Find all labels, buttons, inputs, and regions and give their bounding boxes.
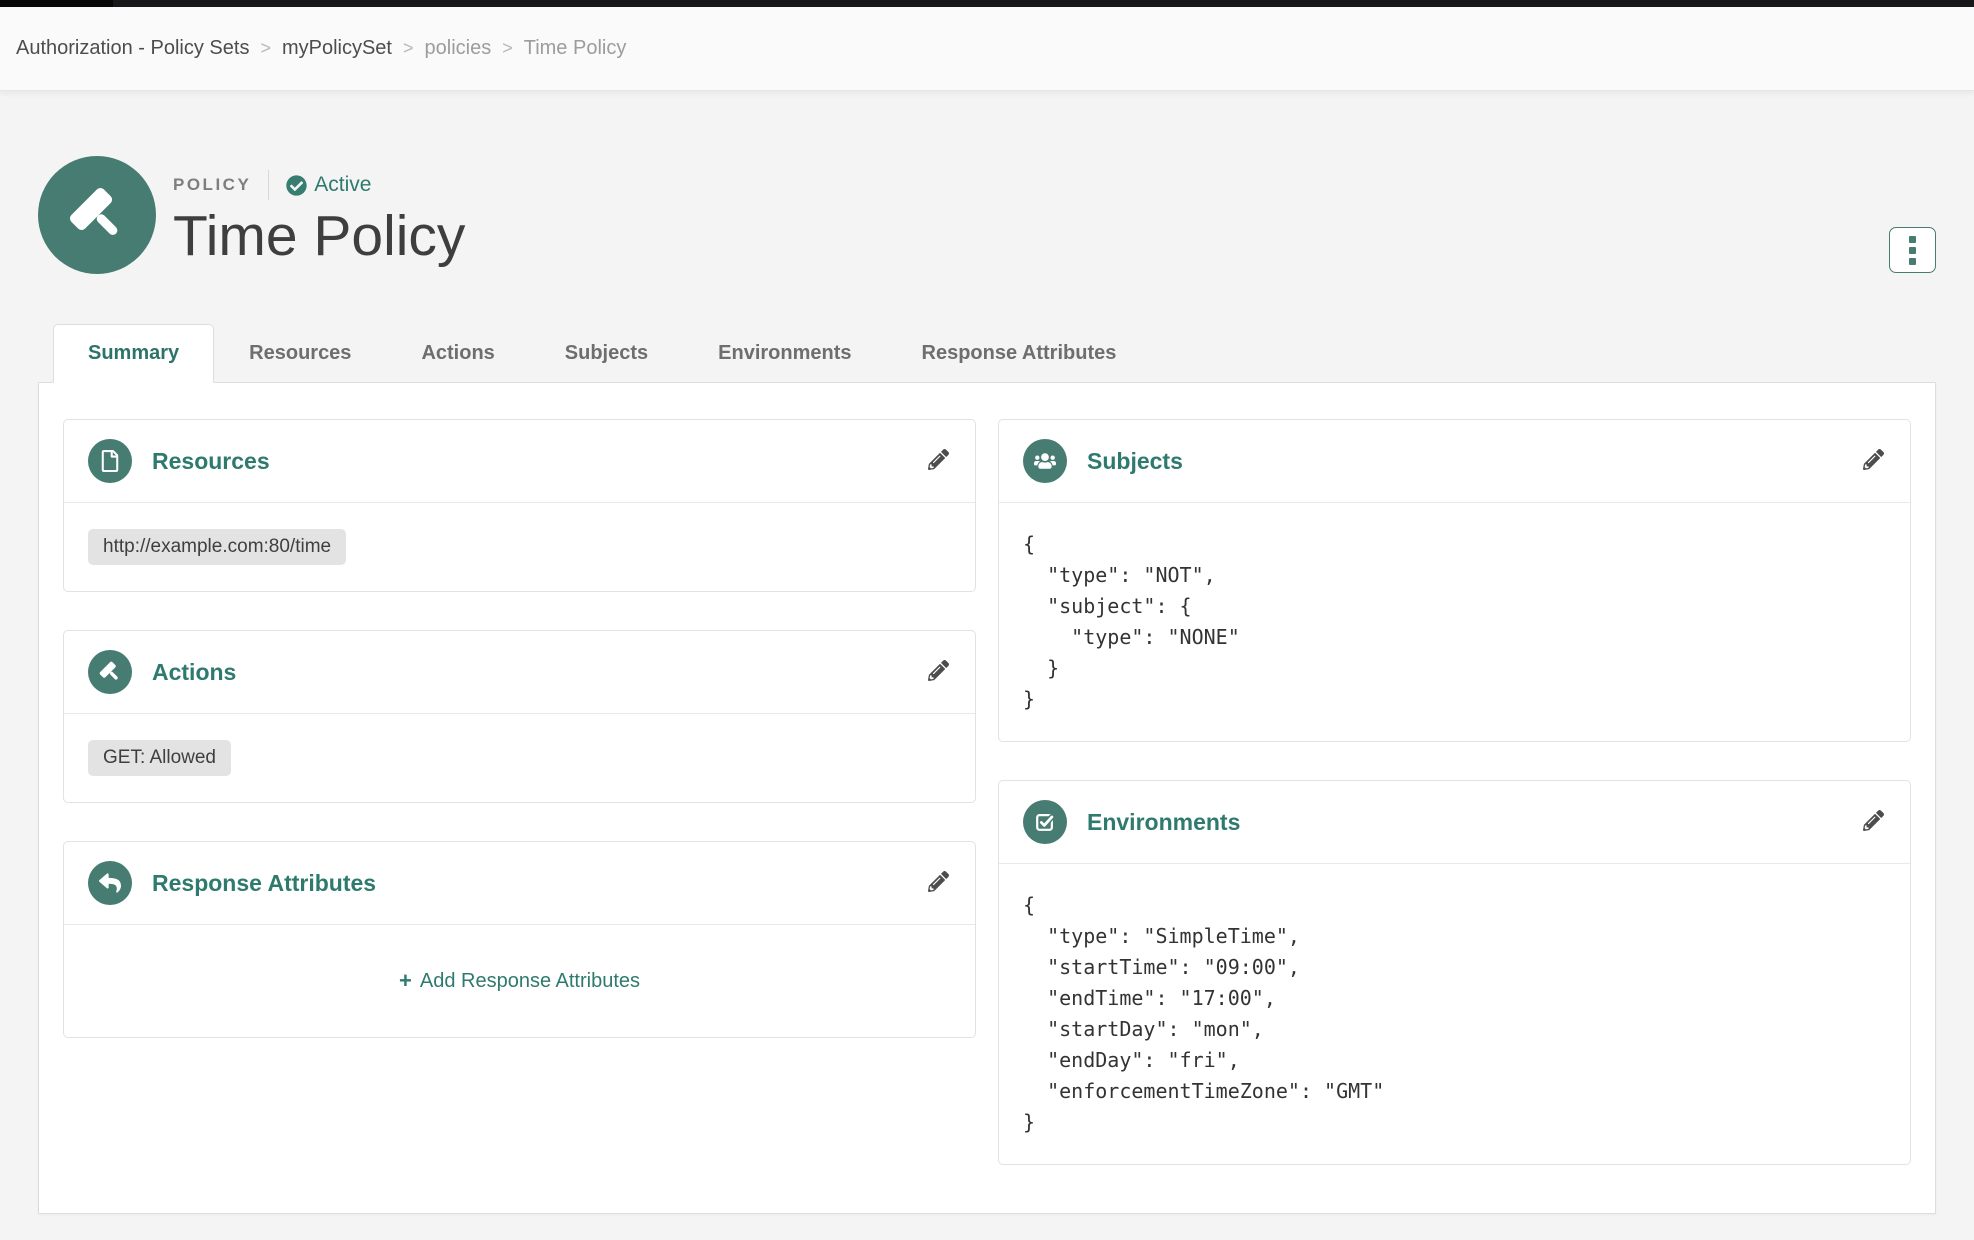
breadcrumb-separator: > [260,38,271,59]
breadcrumb-separator: > [403,38,414,59]
breadcrumb-item-policies: policies [425,37,492,60]
gavel-icon [68,186,126,244]
page-title: Time Policy [173,205,465,268]
top-navbar-brand-area [0,0,113,7]
check-square-icon [1034,811,1056,833]
breadcrumb: Authorization - Policy Sets > myPolicySe… [0,7,1974,91]
pencil-icon [1863,810,1884,831]
tab-actions[interactable]: Actions [386,324,529,383]
pencil-icon [1863,449,1884,470]
pencil-icon [928,660,949,681]
card-resources: Resources http://example.com:80/time [63,419,976,592]
status-badge: Active [286,173,371,197]
card-title: Resources [152,448,270,475]
card-title: Subjects [1087,448,1183,475]
subjects-code: { "type": "NOT", "subject": { "type": "N… [1023,529,1886,715]
edit-subjects-button[interactable] [1861,447,1886,475]
tab-summary[interactable]: Summary [53,324,214,383]
reply-icon [99,872,121,894]
subjects-avatar [1023,439,1067,483]
policy-avatar [38,156,156,274]
top-navbar [0,0,1974,7]
card-title: Environments [1087,809,1240,836]
actions-menu-button[interactable] [1889,227,1936,273]
plus-icon: + [399,968,412,994]
pencil-icon [928,871,949,892]
breadcrumb-item-policy-sets[interactable]: Authorization - Policy Sets [16,37,249,60]
environments-code: { "type": "SimpleTime", "startTime": "09… [1023,890,1886,1138]
card-subjects: Subjects { "type": "NOT", "subject": { "… [998,419,1911,742]
environments-avatar [1023,800,1067,844]
card-title: Actions [152,659,236,686]
policy-tabs: Summary Resources Actions Subjects Envir… [38,324,1936,383]
response-attributes-avatar [88,861,132,905]
gavel-icon [99,661,121,683]
policy-header: POLICY Active Time Policy [38,156,1936,274]
action-tag: GET: Allowed [88,740,231,776]
breadcrumb-item-current: Time Policy [524,37,627,60]
actions-avatar [88,650,132,694]
status-label: Active [314,173,371,197]
divider [268,170,269,200]
tab-resources[interactable]: Resources [214,324,386,383]
pencil-icon [928,449,949,470]
edit-environments-button[interactable] [1861,808,1886,836]
card-environments: Environments { "type": "SimpleTime", "st… [998,780,1911,1165]
check-circle-icon [286,175,307,196]
edit-actions-button[interactable] [926,658,951,686]
breadcrumb-separator: > [502,38,513,59]
edit-response-attributes-button[interactable] [926,869,951,897]
card-response-attributes: Response Attributes + Add Response Attri… [63,841,976,1038]
kebab-icon [1909,234,1916,267]
tab-subjects[interactable]: Subjects [530,324,683,383]
tab-environments[interactable]: Environments [683,324,886,383]
add-response-attributes-label: Add Response Attributes [420,970,640,993]
summary-panel: Resources http://example.com:80/time [38,382,1936,1214]
card-title: Response Attributes [152,870,376,897]
resource-tag: http://example.com:80/time [88,529,346,565]
policy-type-label: POLICY [173,175,251,195]
file-icon [99,450,121,472]
card-actions: Actions GET: Allowed [63,630,976,803]
resources-avatar [88,439,132,483]
edit-resources-button[interactable] [926,447,951,475]
breadcrumb-item-mypolicyset[interactable]: myPolicySet [282,37,392,60]
add-response-attributes-button[interactable]: + Add Response Attributes [399,968,640,994]
tab-response-attributes[interactable]: Response Attributes [887,324,1152,383]
users-icon [1034,450,1056,472]
